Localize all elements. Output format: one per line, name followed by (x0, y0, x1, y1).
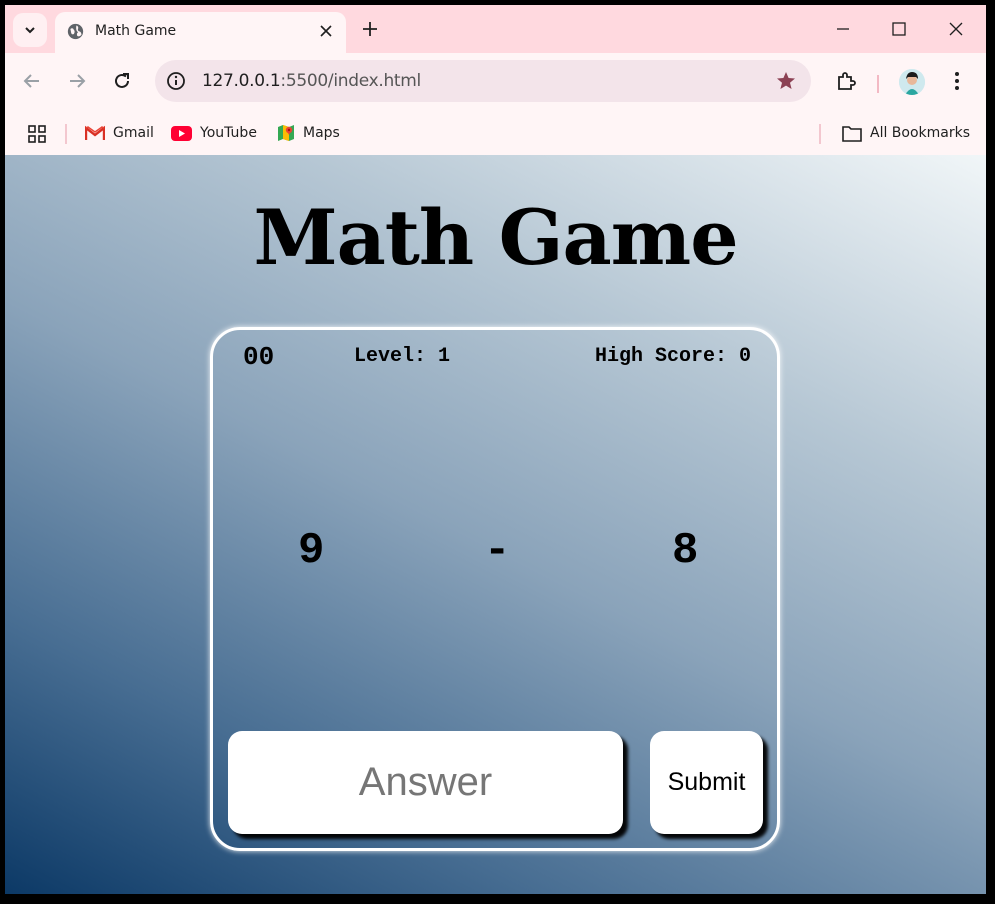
close-window-icon[interactable] (946, 19, 966, 39)
right-operand: 8 (672, 526, 699, 576)
maximize-icon[interactable] (889, 19, 909, 39)
all-bookmarks-label: All Bookmarks (870, 125, 971, 141)
bookmarks-bar: Gmail YouTube Maps All Bookmarks (5, 111, 986, 155)
page-title: Math Game (253, 193, 738, 282)
tab-strip: Math Game (5, 5, 986, 53)
minimize-icon[interactable] (833, 19, 853, 39)
all-bookmarks-button[interactable]: All Bookmarks (842, 122, 970, 144)
bookmark-label: Gmail (113, 125, 154, 141)
globe-icon (67, 23, 84, 40)
game-panel: 00 Level: 1 High Score: 0 9 - 8 Submit (210, 327, 780, 851)
chevron-down-icon (25, 27, 35, 34)
browser-toolbar: 127.0.0.1:5500/index.html (5, 53, 986, 111)
bookmark-gmail[interactable]: Gmail (85, 122, 154, 144)
timer-display: 00 (243, 342, 275, 372)
submit-button[interactable]: Submit (650, 731, 763, 834)
bookmark-maps[interactable]: Maps (277, 122, 340, 144)
left-operand: 9 (298, 526, 325, 576)
high-score-display: High Score: 0 (594, 345, 751, 368)
profile-avatar[interactable] (899, 69, 925, 95)
bookmark-star-icon[interactable] (775, 70, 797, 92)
bookmark-label: Maps (303, 125, 340, 141)
bookmarks-divider (819, 124, 821, 144)
bookmark-label: YouTube (200, 125, 257, 141)
youtube-icon (171, 125, 192, 141)
url-path: :5500/index.html (280, 71, 421, 91)
operator-sign: - (484, 526, 511, 576)
tab-math-game[interactable]: Math Game (55, 12, 346, 53)
forward-icon[interactable] (66, 70, 88, 92)
url-text: 127.0.0.1:5500/index.html (202, 71, 421, 91)
browser-window: Math Game 127.0.0.1:5500/index.html Gmai… (5, 5, 986, 894)
tab-title: Math Game (95, 23, 177, 39)
extensions-icon[interactable] (835, 70, 857, 92)
back-icon[interactable] (21, 70, 43, 92)
level-display: Level: 1 (354, 345, 451, 368)
tab-search-button[interactable] (13, 13, 47, 47)
more-menu-icon[interactable] (946, 70, 968, 92)
maps-icon (278, 125, 294, 141)
gmail-icon (85, 125, 105, 140)
bookmarks-divider (65, 124, 67, 144)
address-bar[interactable]: 127.0.0.1:5500/index.html (155, 60, 811, 102)
answer-input[interactable] (228, 731, 623, 834)
site-info-icon[interactable] (165, 70, 187, 92)
folder-icon (842, 125, 862, 142)
toolbar-divider (877, 75, 879, 93)
avatar-image (899, 69, 925, 95)
new-tab-icon[interactable] (361, 20, 379, 38)
close-tab-icon[interactable] (318, 23, 334, 39)
apps-grid-icon[interactable] (27, 124, 47, 144)
url-host: 127.0.0.1 (202, 71, 281, 91)
bookmark-youtube[interactable]: YouTube (171, 122, 257, 144)
page-content: Math Game 00 Level: 1 High Score: 0 9 - … (5, 155, 986, 894)
reload-icon[interactable] (111, 70, 133, 92)
